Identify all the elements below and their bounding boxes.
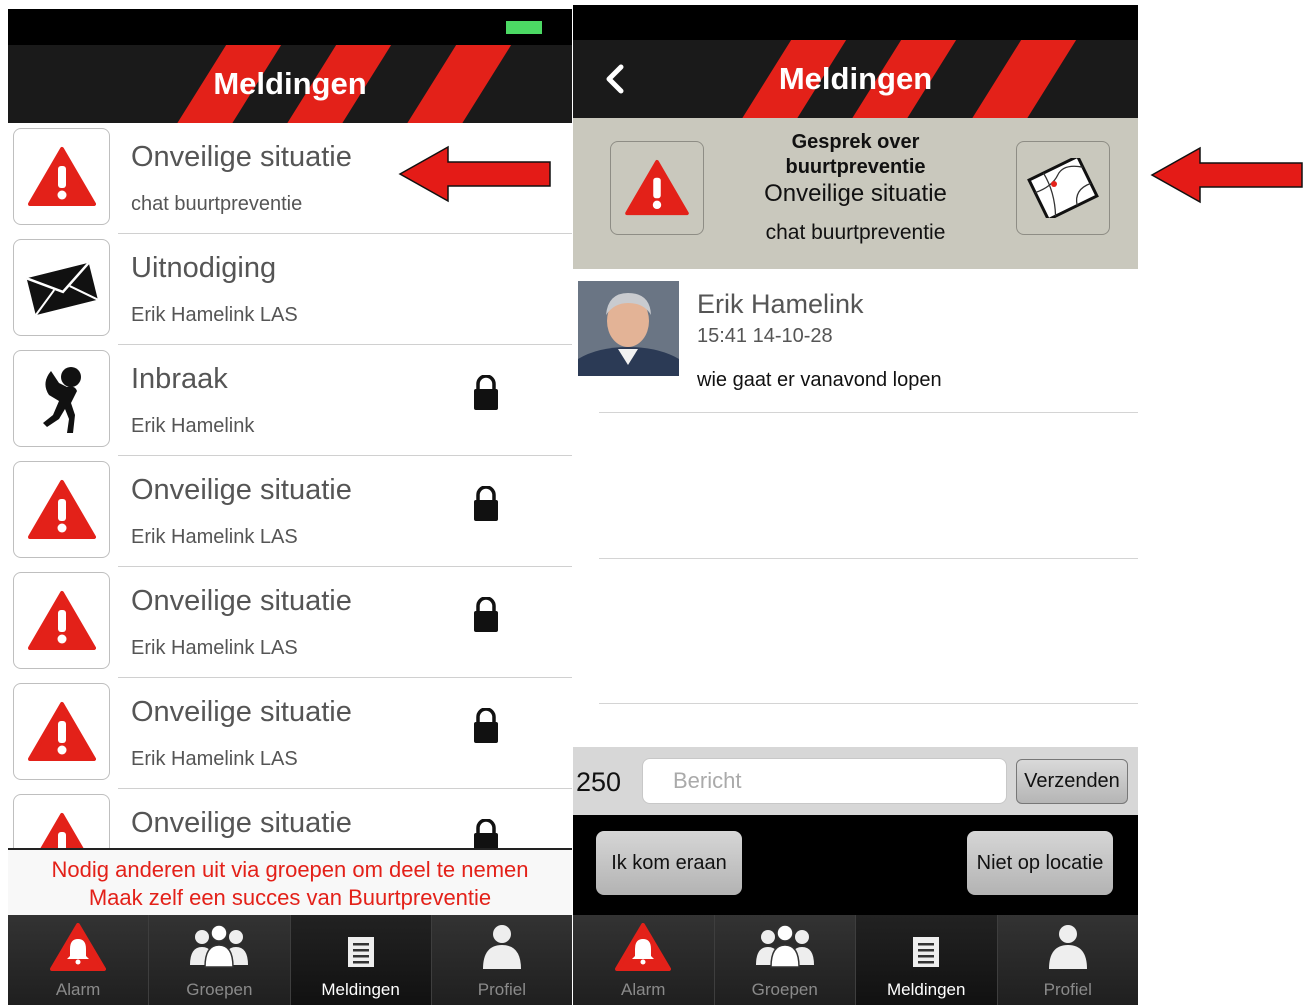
page-title: Meldingen bbox=[778, 61, 933, 96]
notification-item[interactable]: Onveilige situatie Erik Hamelink LAS bbox=[8, 678, 572, 789]
banner-line: Maak zelf een succes van Buurtpreventie bbox=[88, 885, 492, 910]
message-text: wie gaat er vanavond lopen bbox=[697, 369, 942, 391]
group-icon bbox=[715, 923, 856, 969]
lock-icon bbox=[472, 707, 500, 749]
alarm-bell-icon bbox=[573, 923, 714, 971]
action-bar: Ik kom eraan Niet op locatie bbox=[573, 815, 1138, 915]
not-on-location-button[interactable]: Niet op locatie bbox=[967, 831, 1113, 895]
nav-bar: Meldingen bbox=[8, 45, 572, 123]
warning-icon bbox=[13, 572, 110, 669]
message-input[interactable] bbox=[642, 758, 1007, 804]
tab-meldingen[interactable]: Meldingen bbox=[290, 915, 432, 1005]
lock-icon bbox=[472, 485, 500, 527]
notification-subtitle: Erik Hamelink LAS bbox=[131, 637, 298, 659]
nav-bar: Meldingen bbox=[573, 40, 1138, 118]
red-arrow-icon bbox=[1150, 146, 1306, 209]
notification-item[interactable]: Onveilige situatie Erik Hamelink LAS bbox=[8, 567, 572, 678]
notification-subtitle: chat buurtpreventie bbox=[131, 193, 303, 215]
message-author: Erik Hamelink bbox=[697, 289, 864, 319]
warning-icon bbox=[13, 683, 110, 780]
divider bbox=[599, 558, 1138, 559]
status-bar bbox=[573, 5, 1138, 40]
notification-title: Inbraak bbox=[131, 363, 228, 395]
envelope-icon bbox=[13, 239, 110, 336]
notification-subtitle: Erik Hamelink bbox=[131, 415, 255, 437]
notification-item[interactable]: Inbraak Erik Hamelink bbox=[8, 345, 572, 456]
notification-title: Uitnodiging bbox=[131, 252, 277, 284]
divider bbox=[599, 412, 1138, 413]
tab-label: Meldingen bbox=[887, 980, 966, 999]
red-arrow-icon bbox=[398, 145, 554, 208]
tab-label: Alarm bbox=[55, 980, 101, 999]
notification-title: Onveilige situatie bbox=[131, 474, 352, 506]
notification-list[interactable]: Onveilige situatie chat buurtpreventie U… bbox=[8, 123, 572, 848]
notification-item[interactable]: Onveilige situatie Erik Hamelink LAS bbox=[8, 456, 572, 567]
warning-icon bbox=[13, 461, 110, 558]
tab-meldingen[interactable]: Meldingen bbox=[856, 915, 998, 1005]
profile-icon bbox=[998, 923, 1139, 971]
page-title: Meldingen bbox=[213, 66, 367, 101]
tab-label: Meldingen bbox=[321, 980, 400, 999]
banner-line: Nodig anderen uit via groepen om deel te… bbox=[51, 857, 529, 882]
tab-alarm[interactable]: Alarm bbox=[573, 915, 715, 1005]
tab-profiel[interactable]: Profiel bbox=[997, 915, 1139, 1005]
lock-icon bbox=[472, 596, 500, 638]
lock-icon bbox=[472, 818, 500, 848]
tab-label: Profiel bbox=[477, 980, 526, 999]
notification-subtitle: Erik Hamelink LAS bbox=[131, 526, 298, 548]
avatar bbox=[578, 281, 679, 376]
notification-title: Onveilige situatie bbox=[131, 585, 352, 617]
tab-groepen[interactable]: Groepen bbox=[149, 915, 291, 1005]
status-bar bbox=[8, 9, 572, 45]
notification-item[interactable]: Uitnodiging Erik Hamelink LAS bbox=[8, 234, 572, 345]
tab-bar: Alarm Groepen Meldingen Profiel bbox=[573, 915, 1138, 1005]
map-button[interactable] bbox=[1016, 141, 1110, 235]
notification-item[interactable]: Onveilige situatie bbox=[8, 789, 572, 848]
tab-label: Groepen bbox=[186, 980, 253, 999]
burglar-icon bbox=[13, 350, 110, 447]
character-counter: 250 bbox=[576, 767, 622, 797]
notification-title: Onveilige situatie bbox=[131, 696, 352, 728]
message-input-bar: 250 Verzenden bbox=[573, 747, 1138, 815]
notification-title: Onveilige situatie bbox=[131, 141, 352, 173]
message-list[interactable]: Erik Hamelink 15:41 14-10-28 wie gaat er… bbox=[573, 269, 1138, 747]
alarm-bell-icon bbox=[8, 923, 148, 971]
conversation-screen: Meldingen Gesprek over buurtpreventie On… bbox=[573, 5, 1138, 1005]
message-timestamp: 15:41 14-10-28 bbox=[697, 325, 833, 347]
list-document-icon bbox=[291, 923, 431, 969]
tab-profiel[interactable]: Profiel bbox=[431, 915, 572, 1005]
notification-title: Onveilige situatie bbox=[131, 807, 352, 839]
tab-alarm[interactable]: Alarm bbox=[8, 915, 150, 1005]
tab-label: Profiel bbox=[1043, 980, 1092, 999]
invite-banner: Nodig anderen uit via groepen om deel te… bbox=[8, 848, 572, 916]
map-icon bbox=[1027, 158, 1099, 218]
warning-icon bbox=[13, 794, 110, 848]
notification-subtitle: Erik Hamelink LAS bbox=[131, 304, 298, 326]
warning-icon bbox=[13, 128, 110, 225]
tab-bar: Alarm Groepen Meldingen Profiel bbox=[8, 915, 572, 1005]
tab-groepen[interactable]: Groepen bbox=[714, 915, 856, 1005]
tab-label: Groepen bbox=[751, 980, 818, 999]
group-icon bbox=[149, 923, 289, 969]
divider bbox=[599, 703, 1138, 704]
lock-icon bbox=[472, 374, 500, 416]
tab-label: Alarm bbox=[621, 980, 666, 999]
coming-button[interactable]: Ik kom eraan bbox=[596, 831, 742, 895]
profile-icon bbox=[432, 923, 572, 971]
conversation-header: Gesprek over buurtpreventie Onveilige si… bbox=[573, 118, 1138, 269]
battery-icon bbox=[506, 21, 542, 34]
notification-subtitle: Erik Hamelink LAS bbox=[131, 748, 298, 770]
list-document-icon bbox=[856, 923, 997, 969]
send-button[interactable]: Verzenden bbox=[1016, 759, 1128, 804]
